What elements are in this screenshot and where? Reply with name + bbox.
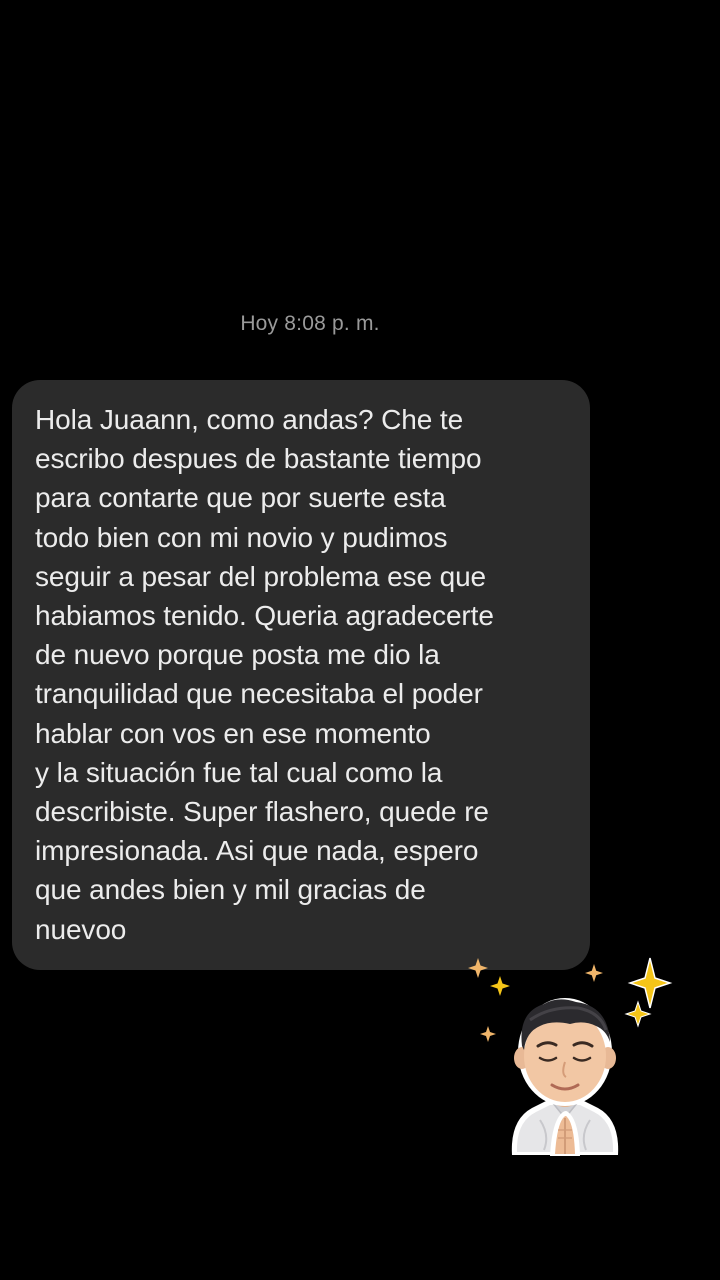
received-message-bubble[interactable]: Hola Juaann, como andas? Che te escribo … bbox=[12, 380, 590, 970]
message-text: Hola Juaann, como andas? Che te escribo … bbox=[35, 404, 494, 945]
chat-screen: Hoy 8:08 p. m. Hola Juaann, como andas? … bbox=[0, 0, 720, 1280]
praying-avatar-sticker-icon[interactable] bbox=[460, 950, 700, 1170]
avatar-figure bbox=[511, 998, 619, 1156]
message-timestamp: Hoy 8:08 p. m. bbox=[240, 312, 380, 335]
